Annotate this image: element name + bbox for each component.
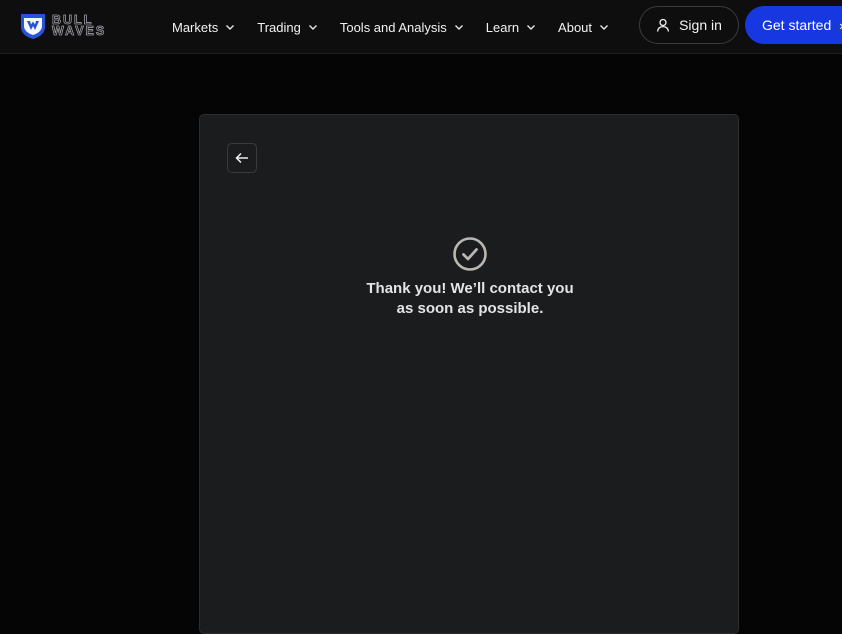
bull-waves-logo[interactable]: BULL WAVES: [19, 12, 139, 40]
nav-item-tools-and-analysis[interactable]: Tools and Analysis: [340, 20, 464, 35]
confirmation-message: Thank you! We’ll contact you as soon as …: [200, 279, 740, 319]
check-circle-icon: [453, 237, 487, 271]
nav-item-label: Markets: [172, 19, 219, 35]
site-header: BULL WAVES Markets Trading Tools and Ana…: [0, 0, 842, 54]
nav-item-markets[interactable]: Markets: [172, 20, 235, 35]
confirmation-panel: Thank you! We’ll contact you as soon as …: [199, 114, 739, 634]
chevron-down-icon: [308, 22, 318, 32]
nav-item-learn[interactable]: Learn: [486, 20, 536, 35]
nav-item-trading[interactable]: Trading: [257, 20, 318, 35]
main-nav: Markets Trading Tools and Analysis Learn…: [172, 0, 631, 54]
get-started-button[interactable]: Get started ›: [745, 6, 842, 44]
chevron-down-icon: [225, 22, 235, 32]
logo-mark-icon: [21, 14, 45, 39]
user-icon: [656, 18, 670, 32]
sign-in-label: Sign in: [679, 17, 722, 33]
nav-item-label: Learn: [485, 19, 520, 35]
nav-item-label: Trading: [257, 19, 301, 35]
confirmation-line-1: Thank you! We’ll contact you: [366, 280, 574, 297]
chevron-down-icon: [599, 22, 609, 32]
chevron-down-icon: [526, 22, 536, 32]
nav-item-about[interactable]: About: [558, 20, 609, 35]
logo-wordmark: BULL WAVES: [52, 13, 107, 38]
back-button[interactable]: [227, 143, 257, 173]
chevron-down-icon: [454, 22, 464, 32]
get-started-label: Get started: [762, 17, 832, 33]
logo-line-2: WAVES: [52, 24, 107, 38]
arrow-left-icon: [235, 152, 248, 164]
nav-item-label: Tools and Analysis: [339, 19, 447, 35]
sign-in-button[interactable]: Sign in: [639, 6, 739, 44]
confirmation-line-2: as soon as possible.: [396, 300, 544, 317]
nav-item-label: About: [558, 19, 593, 35]
